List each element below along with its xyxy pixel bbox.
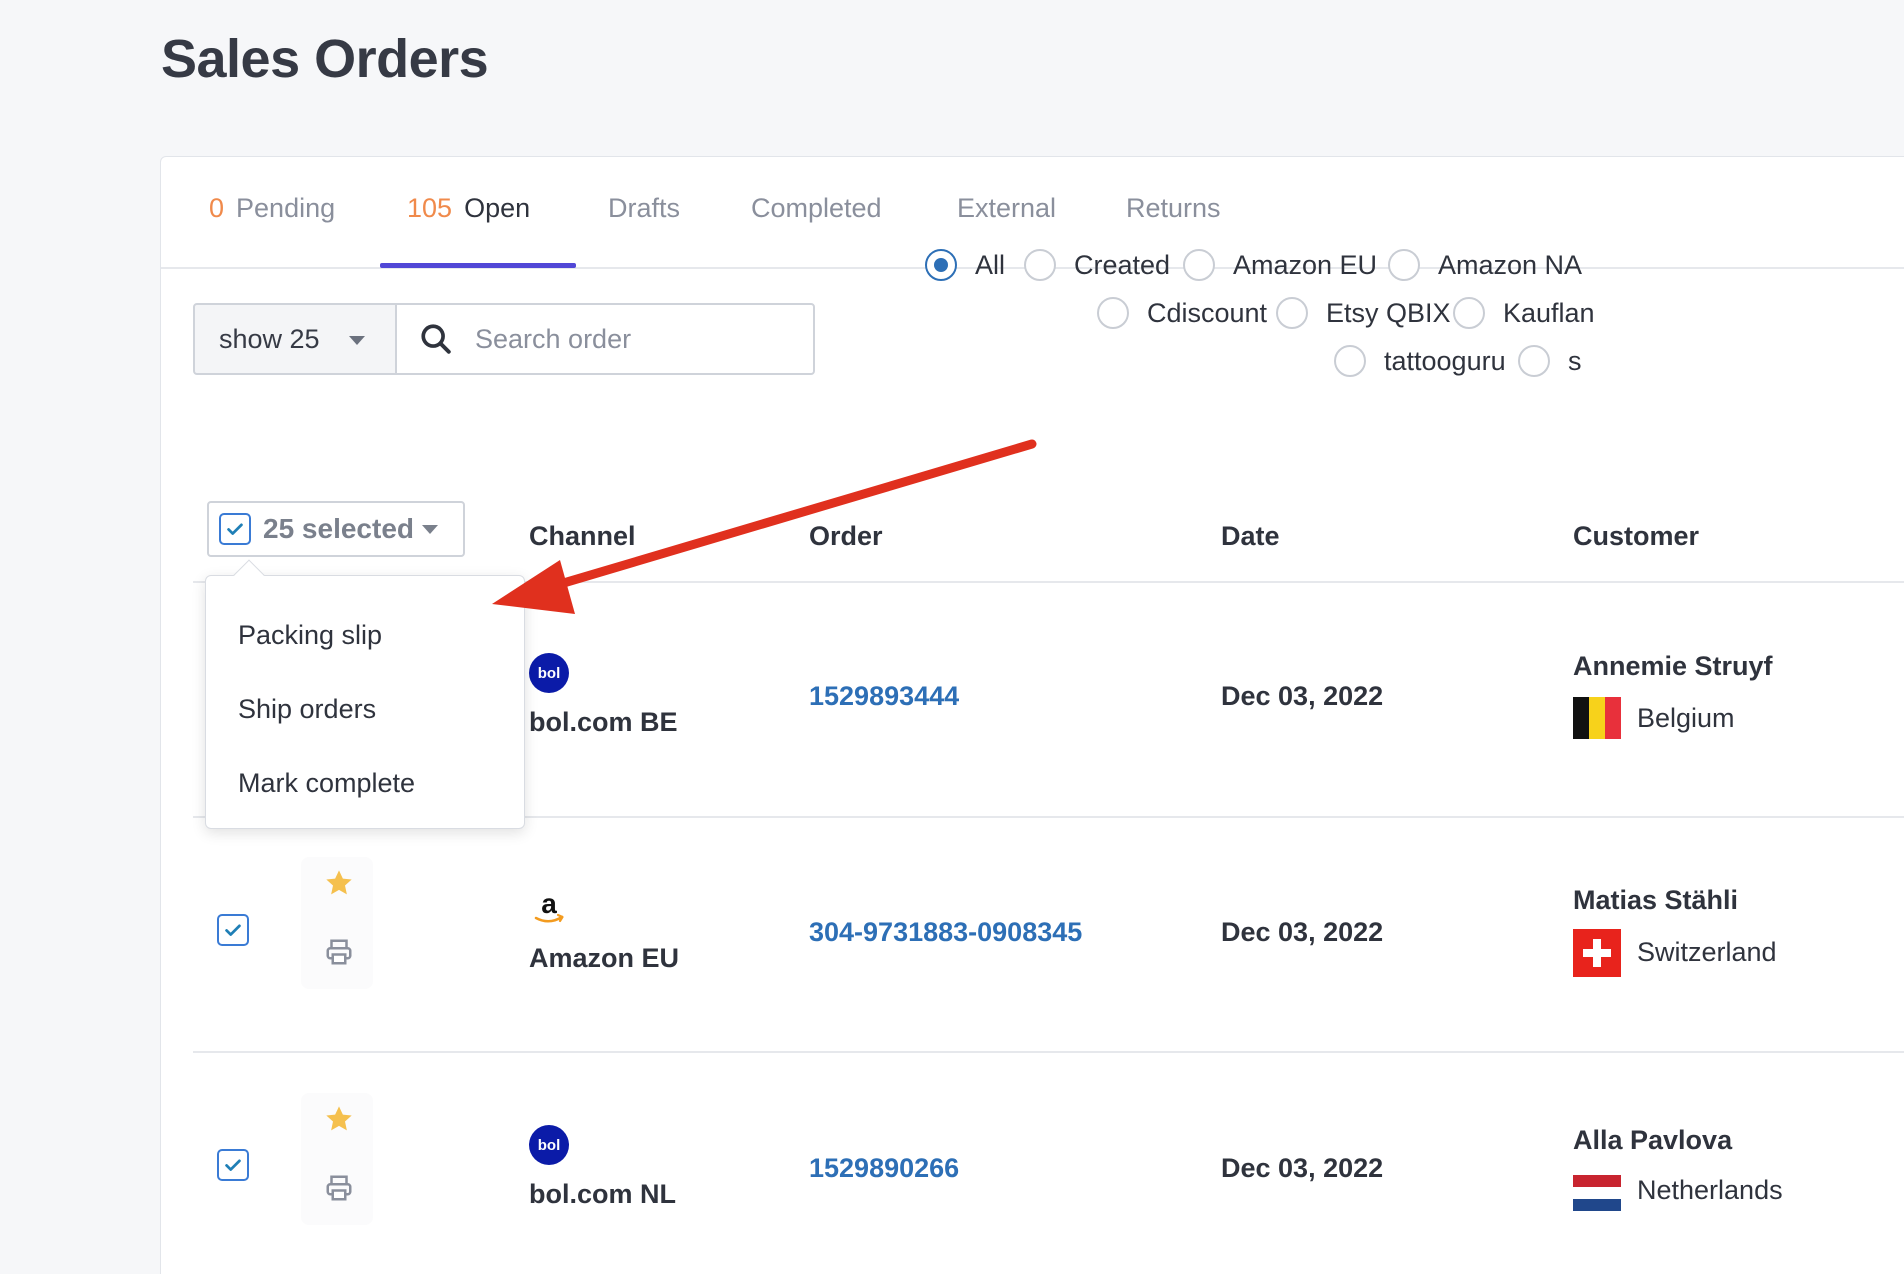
row-divider: [193, 1051, 1904, 1053]
active-tab-indicator: [380, 263, 576, 268]
search-input[interactable]: [475, 323, 795, 355]
channel-name: bol.com NL: [529, 1179, 676, 1209]
radio-indicator: [1334, 345, 1366, 377]
search-icon: [421, 324, 451, 354]
menu-item-packing-slip[interactable]: Packing slip: [238, 620, 382, 651]
order-date: Dec 03, 2022: [1221, 681, 1384, 711]
tab-open-label: Open: [464, 193, 531, 223]
radio-indicator: [1518, 345, 1550, 377]
tab-pending-count: 0: [209, 193, 225, 223]
tab-open[interactable]: 105 Open: [407, 193, 530, 224]
tab-drafts[interactable]: Drafts: [608, 193, 680, 224]
customer-name: Alla Pavlova: [1573, 1125, 1733, 1155]
page-size-select[interactable]: show 25: [193, 303, 397, 375]
filter-label: s: [1568, 345, 1582, 376]
order-link[interactable]: 304-9731883-0908345: [809, 917, 1082, 948]
order-link[interactable]: 1529890266: [809, 1153, 959, 1184]
radio-indicator: [1276, 297, 1308, 329]
check-icon: [225, 924, 241, 936]
filter-label: Created: [1074, 249, 1171, 280]
page-title: Sales Orders: [161, 29, 489, 89]
filter-label: Amazon EU: [1233, 249, 1378, 280]
menu-item-mark-complete[interactable]: Mark complete: [238, 768, 415, 799]
netherlands-flag-icon: [1573, 1175, 1621, 1211]
customer-country: Netherlands: [1637, 1175, 1783, 1205]
menu-item-ship-orders[interactable]: Ship orders: [238, 694, 376, 725]
column-header-customer[interactable]: Customer: [1573, 521, 1699, 552]
filter-amazon-eu[interactable]: Amazon EU: [1183, 249, 1377, 281]
bol-logo-text: bol: [538, 1137, 561, 1154]
radio-indicator: [1388, 249, 1420, 281]
filter-tattooguru[interactable]: tattooguru: [1334, 345, 1506, 377]
customer-country: Belgium: [1637, 703, 1735, 733]
column-header-order[interactable]: Order: [809, 521, 883, 552]
column-header-channel[interactable]: Channel: [529, 521, 636, 552]
row-checkbox[interactable]: [217, 1149, 249, 1181]
switzerland-flag-icon: [1573, 929, 1621, 977]
search-box: [395, 303, 815, 375]
channel-name: Amazon EU: [529, 943, 680, 973]
check-icon: [227, 523, 243, 535]
bulk-actions-menu: Packing slip Ship orders Mark complete: [205, 559, 525, 829]
belgium-flag-icon: [1573, 697, 1621, 739]
order-link[interactable]: 1529893444: [809, 681, 959, 712]
printer-icon[interactable]: [324, 1173, 354, 1203]
tab-open-count: 105: [407, 193, 453, 223]
bulk-select-button[interactable]: 25 selected: [207, 501, 465, 557]
star-icon[interactable]: [323, 1103, 355, 1135]
customer-name: Matias Stähli: [1573, 885, 1739, 915]
filter-kaufland[interactable]: Kauflan: [1453, 297, 1595, 329]
radio-indicator: [1183, 249, 1215, 281]
customer-name: Annemie Struyf: [1573, 651, 1773, 681]
tab-returns[interactable]: Returns: [1126, 193, 1221, 224]
filter-s[interactable]: s: [1518, 345, 1582, 377]
svg-text:a: a: [541, 889, 557, 919]
select-all-checkbox[interactable]: [219, 513, 251, 545]
row-actions: [301, 857, 373, 989]
page-size-value: show 25: [219, 323, 320, 354]
filter-all[interactable]: All: [925, 249, 1005, 281]
radio-indicator: [925, 249, 957, 281]
filter-label: Etsy QBIX: [1326, 297, 1451, 328]
tab-external[interactable]: External: [957, 193, 1056, 224]
chevron-down-icon: [422, 524, 438, 534]
check-icon: [225, 1159, 241, 1171]
order-date: Dec 03, 2022: [1221, 917, 1384, 947]
filter-amazon-na[interactable]: Amazon NA: [1388, 249, 1582, 281]
selected-count-label: 25 selected: [263, 513, 414, 544]
radio-indicator: [1453, 297, 1485, 329]
filter-label: tattooguru: [1384, 345, 1506, 376]
tab-completed[interactable]: Completed: [751, 193, 882, 224]
bol-logo-text: bol: [538, 665, 561, 682]
amazon-logo-icon: a: [534, 889, 564, 923]
menu-notch: [233, 559, 265, 591]
filter-label: All: [975, 249, 1006, 280]
column-header-date[interactable]: Date: [1221, 521, 1280, 552]
printer-icon[interactable]: [324, 937, 354, 967]
filter-created[interactable]: Created: [1024, 249, 1170, 281]
chevron-down-icon: [349, 336, 365, 345]
radio-indicator: [1097, 297, 1129, 329]
filter-cdiscount[interactable]: Cdiscount: [1097, 297, 1267, 329]
bol-logo-icon: bol: [529, 653, 569, 693]
filter-label: Cdiscount: [1147, 297, 1268, 328]
order-date: Dec 03, 2022: [1221, 1153, 1384, 1183]
radio-indicator: [1024, 249, 1056, 281]
filter-etsy-qbix[interactable]: Etsy QBIX: [1276, 297, 1451, 329]
row-checkbox[interactable]: [217, 914, 249, 946]
filter-label: Kauflan: [1503, 297, 1595, 328]
tab-pending-label: Pending: [236, 193, 336, 223]
row-actions: [301, 1093, 373, 1225]
orders-card: 0 Pending 105 Open Drafts Completed Extern…: [160, 156, 1904, 1274]
star-icon[interactable]: [323, 867, 355, 899]
tab-pending[interactable]: 0 Pending: [209, 193, 335, 224]
bol-logo-icon: bol: [529, 1125, 569, 1165]
customer-country: Switzerland: [1637, 937, 1777, 967]
filter-label: Amazon NA: [1438, 249, 1583, 280]
channel-name: bol.com BE: [529, 707, 678, 737]
